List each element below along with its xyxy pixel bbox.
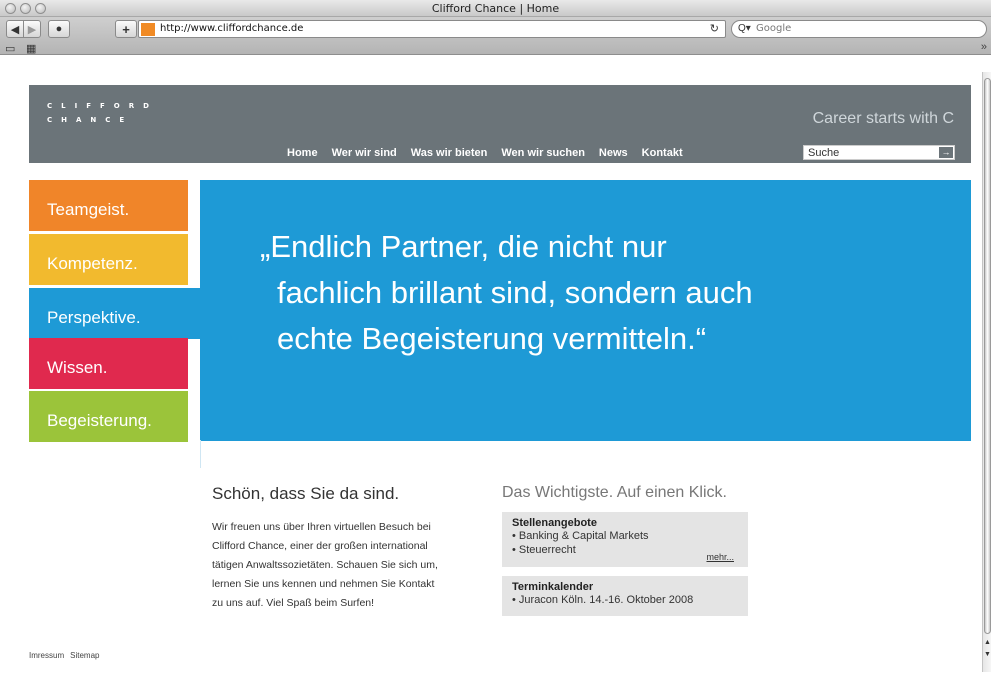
elephant-icon: ● — [55, 23, 63, 35]
jobs-box: Stellenangebote • Banking & Capital Mark… — [502, 512, 748, 567]
browser-search-field[interactable]: Q▾ Google — [731, 20, 987, 38]
back-arrow-icon: ◀ — [10, 23, 20, 36]
tab-kompetenz[interactable]: Kompetenz. — [29, 234, 188, 285]
hero-quote-line: „Endlich Partner, die nicht nur — [260, 229, 667, 264]
scrollbar-thumb[interactable] — [984, 78, 991, 634]
search-submit-arrow-icon[interactable]: → — [939, 147, 953, 158]
footer-sitemap-link[interactable]: Sitemap — [70, 651, 99, 660]
nav-item-wen-wir-suchen[interactable]: Wen wir suchen — [501, 147, 585, 159]
site-search-placeholder: Suche — [808, 147, 840, 159]
hero-quote: „Endlich Partner, die nicht nur fachlich… — [260, 224, 880, 362]
tab-wissen[interactable]: Wissen. — [29, 338, 188, 389]
hero-quote-line: echte Begeisterung vermitteln.“ — [277, 321, 707, 356]
window-title: Clifford Chance | Home — [431, 2, 560, 15]
add-bookmark-button[interactable]: + — [115, 20, 137, 38]
nav-item-news[interactable]: News — [599, 147, 628, 159]
calendar-box: Terminkalender • Juracon Köln. 14.-16. O… — [502, 576, 748, 616]
welcome-line: Clifford Chance, einer der großen intern… — [212, 540, 428, 552]
address-bar[interactable]: http://www.cliffordchance.de ↻ — [138, 20, 726, 38]
jobs-item[interactable]: • Steuerrecht — [512, 543, 738, 557]
tagline: Career starts with C — [812, 110, 954, 127]
hero-quote-line: fachlich brillant sind, sondern auch — [277, 275, 753, 310]
vertical-scrollbar[interactable]: ▲ ▼ — [982, 72, 991, 672]
search-icon: Q▾ — [738, 23, 751, 34]
tab-begeisterung[interactable]: Begeisterung. — [29, 391, 188, 442]
divider — [200, 440, 201, 468]
welcome-heading: Schön, dass Sie da sind. — [212, 484, 400, 503]
jobs-more-link[interactable]: mehr... — [706, 552, 734, 562]
window-titlebar: Clifford Chance | Home — [0, 0, 991, 17]
back-button[interactable]: ◀ — [6, 20, 24, 38]
search-placeholder: Google — [756, 23, 792, 34]
scroll-down-arrow-icon[interactable]: ▼ — [984, 650, 991, 659]
nav-item-kontakt[interactable]: Kontakt — [642, 147, 683, 159]
plus-icon: + — [122, 21, 130, 37]
logo-line-1: CLIFFORD — [47, 102, 158, 110]
main-nav: Home Wer wir sind Was wir bieten Wen wir… — [287, 147, 697, 159]
calendar-item[interactable]: • Juracon Köln. 14.-16. Oktober 2008 — [512, 593, 738, 607]
site-favicon-icon — [141, 23, 155, 36]
bookmarks-book-icon[interactable]: ▭ — [5, 42, 15, 55]
url-text: http://www.cliffordchance.de — [160, 23, 304, 34]
forward-arrow-icon: ▶ — [27, 23, 37, 36]
nav-item-was-wir-bieten[interactable]: Was wir bieten — [411, 147, 488, 159]
nav-item-wer-wir-sind[interactable]: Wer wir sind — [332, 147, 397, 159]
site-header: CLIFFORD CHANCE Career starts with C Hom… — [29, 85, 971, 163]
scroll-up-arrow-icon[interactable]: ▲ — [984, 638, 991, 647]
calendar-title[interactable]: Terminkalender — [512, 581, 738, 593]
footer: Imressum Sitemap — [29, 651, 99, 660]
jobs-item[interactable]: • Banking & Capital Markets — [512, 529, 738, 543]
top-sites-grid-icon[interactable]: ▦ — [26, 42, 36, 55]
logo-line-2: CHANCE — [47, 116, 134, 124]
browser-toolbar: ◀ ▶ ● + http://www.cliffordchance.de ↻ Q… — [0, 17, 991, 55]
important-heading: Das Wichtigste. Auf einen Klick. — [502, 484, 727, 501]
forward-button[interactable]: ▶ — [23, 20, 41, 38]
welcome-text: Wir freuen uns über Ihren virtuellen Bes… — [212, 518, 487, 613]
bookmarks-overflow-icon[interactable]: » — [981, 41, 987, 53]
evernote-button[interactable]: ● — [48, 20, 70, 38]
nav-item-home[interactable]: Home — [287, 147, 318, 159]
hero-banner: „Endlich Partner, die nicht nur fachlich… — [200, 180, 971, 441]
welcome-line: Wir freuen uns über Ihren virtuellen Bes… — [212, 521, 431, 533]
welcome-line: tätigen Anwaltssozietäten. Schauen Sie s… — [212, 559, 438, 571]
welcome-line: lernen Sie uns kennen und nehmen Sie Kon… — [212, 578, 435, 590]
clifford-chance-logo[interactable]: CLIFFORD CHANCE — [47, 99, 158, 127]
jobs-title[interactable]: Stellenangebote — [512, 517, 738, 529]
reload-icon[interactable]: ↻ — [710, 22, 719, 35]
tab-teamgeist[interactable]: Teamgeist. — [29, 180, 188, 231]
site-search-input[interactable]: Suche → — [803, 145, 955, 160]
welcome-line: zu uns auf. Viel Spaß beim Surfen! — [212, 597, 375, 609]
footer-imprint-link[interactable]: Imressum — [29, 651, 64, 660]
tab-perspektive[interactable]: Perspektive. — [29, 288, 200, 339]
